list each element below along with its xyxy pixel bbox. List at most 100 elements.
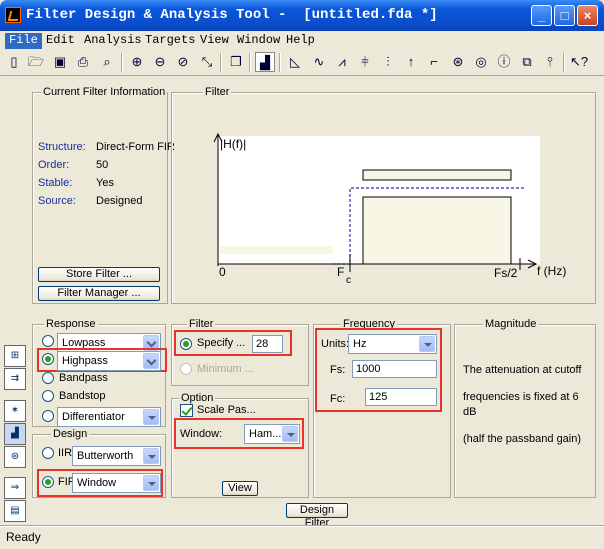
- filter-specs-icon[interactable]: ▟: [255, 52, 275, 72]
- new-figure-icon[interactable]: ❐: [226, 52, 246, 72]
- export-icon[interactable]: ◎: [471, 52, 491, 72]
- open-icon[interactable]: 🗁: [26, 52, 46, 72]
- coefficients-icon[interactable]: ⊛: [448, 52, 468, 72]
- zoom-out-icon[interactable]: ⊖: [150, 52, 170, 72]
- menu-file[interactable]: File: [5, 33, 42, 49]
- magnitude-plot: [213, 132, 540, 272]
- lowpass-radio[interactable]: [42, 335, 54, 347]
- stable-label: Stable:: [38, 177, 73, 189]
- chevron-down-icon: [143, 475, 159, 491]
- zoom-in-icon[interactable]: ⊕: [127, 52, 147, 72]
- scale-passband-checkbox[interactable]: [180, 404, 193, 417]
- fs-input[interactable]: 1000: [352, 360, 437, 378]
- fir-method-dropdown[interactable]: Window: [72, 473, 161, 493]
- magnitude-response-icon[interactable]: ◺: [285, 52, 305, 72]
- window-dropdown[interactable]: Ham...: [244, 424, 300, 444]
- structure-value: Direct-Form FIR: [96, 141, 175, 153]
- info-icon[interactable]: ⓘ: [494, 52, 514, 72]
- iir-label[interactable]: IIR: [58, 447, 72, 459]
- zoom-x-icon[interactable]: ⊘: [173, 52, 193, 72]
- iir-radio[interactable]: [42, 447, 54, 459]
- order-input[interactable]: 28: [252, 335, 283, 353]
- filter-plot-title: Filter: [203, 86, 232, 98]
- view-button[interactable]: View: [222, 481, 258, 496]
- highpass-radio[interactable]: [42, 353, 54, 365]
- menu-targets[interactable]: Targets: [141, 33, 199, 49]
- differentiator-radio[interactable]: [42, 410, 54, 422]
- fc-input-label: Fc:: [330, 393, 346, 405]
- full-view-icon[interactable]: ⤡: [197, 52, 217, 72]
- toolbar-separator: [220, 53, 222, 72]
- import-icon[interactable]: ⇒: [4, 477, 26, 499]
- menu-window[interactable]: Window: [233, 33, 284, 49]
- bandstop-label[interactable]: Bandstop: [59, 390, 105, 402]
- step-response-icon[interactable]: ↑: [401, 52, 421, 72]
- minimum-order-label[interactable]: Minimum ...: [197, 363, 254, 375]
- bandpass-label[interactable]: Bandpass: [59, 372, 108, 384]
- bandstop-radio[interactable]: [42, 390, 54, 402]
- specify-order-label[interactable]: Specify ...: [197, 337, 245, 349]
- magnitude-title: Magnitude: [483, 318, 539, 330]
- toolbar-separator: [249, 53, 251, 72]
- window-title: Filter Design & Analysis Tool - [untitle…: [26, 7, 438, 23]
- group-delay-icon[interactable]: ⫩: [355, 52, 375, 72]
- whats-this-help-icon[interactable]: ↖?: [569, 52, 589, 72]
- iir-method-dropdown[interactable]: Butterworth: [72, 446, 161, 466]
- fc-subscript: c: [346, 275, 351, 286]
- impulse-response-icon[interactable]: ⫶: [378, 52, 398, 72]
- pole-zero-editor-icon[interactable]: ✶: [4, 400, 26, 422]
- minimum-order-radio[interactable]: [180, 363, 192, 375]
- x-axis-label: f (Hz): [537, 264, 567, 278]
- multirate-icon[interactable]: ⊛: [4, 446, 26, 468]
- phase-response-icon[interactable]: ∿: [309, 52, 329, 72]
- filter-manager-button[interactable]: Filter Manager ...: [38, 286, 160, 301]
- menu-analysis[interactable]: Analysis: [80, 33, 146, 49]
- differentiator-dropdown[interactable]: Differentiator: [57, 407, 161, 427]
- design-method-title: Design: [51, 428, 90, 440]
- filter-order-title: Filter: [187, 318, 216, 330]
- x-axis-zero-label: 0: [219, 265, 226, 279]
- scale-passband-label[interactable]: Scale Pas...: [197, 404, 256, 416]
- fc-label: F: [337, 265, 345, 279]
- realize-model-icon[interactable]: ▤: [4, 500, 26, 522]
- order-value: 50: [96, 159, 109, 171]
- save-icon[interactable]: ▣: [50, 52, 70, 72]
- bandpass-radio[interactable]: [42, 372, 54, 384]
- stopband-region: [220, 246, 333, 254]
- maximize-button[interactable]: □: [554, 5, 575, 26]
- app-icon: [5, 7, 21, 23]
- mag-phase-icon[interactable]: ⩘: [332, 52, 352, 72]
- fir-radio[interactable]: [42, 476, 54, 488]
- filter-design-icon[interactable]: ▟: [4, 423, 26, 445]
- menu-view[interactable]: View: [196, 33, 233, 49]
- title-bar[interactable]: Filter Design & Analysis Tool - [untitle…: [0, 0, 604, 31]
- design-filter-button[interactable]: Design Filter: [286, 503, 348, 529]
- transform-icon[interactable]: ⇉: [4, 368, 26, 390]
- store-filter-button[interactable]: Store Filter ...: [38, 267, 160, 282]
- structure-label: Structure:: [38, 141, 86, 153]
- print-preview-icon[interactable]: ⌕: [97, 52, 117, 72]
- print-icon[interactable]: ⎙: [73, 52, 93, 72]
- status-text: Ready: [6, 530, 41, 544]
- y-axis-label: |H(f)|: [220, 137, 247, 151]
- pole-zero-icon[interactable]: ⌐: [424, 52, 444, 72]
- specify-order-radio[interactable]: [180, 338, 192, 350]
- menu-edit[interactable]: Edit: [42, 33, 79, 49]
- chevron-down-icon: [143, 353, 159, 369]
- units-dropdown[interactable]: Hz: [348, 334, 437, 354]
- new-icon[interactable]: ▯: [4, 52, 24, 72]
- passband-upper-region: [362, 169, 512, 181]
- menu-help[interactable]: Help: [282, 33, 319, 49]
- close-button[interactable]: ×: [577, 5, 598, 26]
- design-filter-icon[interactable]: ⊞: [4, 345, 26, 367]
- whats-this-icon[interactable]: ⫯: [540, 52, 560, 72]
- chevron-down-icon: [143, 448, 159, 464]
- stable-value: Yes: [96, 177, 114, 189]
- freq-response-icon[interactable]: ⧉: [517, 52, 537, 72]
- fc-input[interactable]: 125: [365, 388, 437, 406]
- chevron-down-icon: [143, 409, 159, 425]
- chevron-down-icon: [419, 336, 435, 352]
- minimize-button[interactable]: _: [531, 5, 552, 26]
- source-value: Designed: [96, 195, 143, 207]
- highpass-dropdown[interactable]: Highpass: [57, 351, 161, 371]
